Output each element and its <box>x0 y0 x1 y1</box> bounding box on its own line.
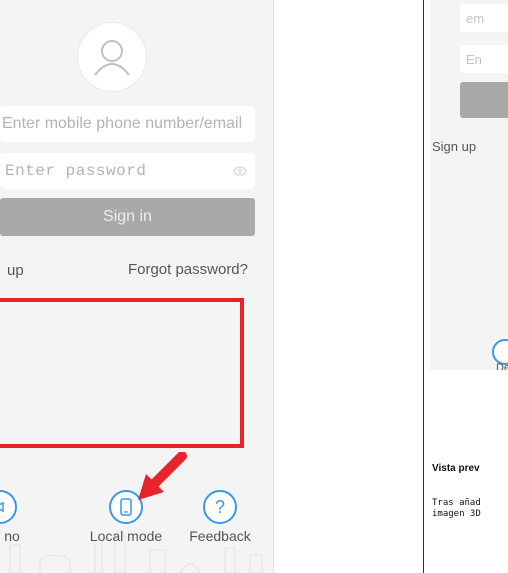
eye-icon[interactable] <box>233 166 247 176</box>
right-email-input[interactable]: em <box>460 4 508 32</box>
user-icon <box>94 40 130 76</box>
avatar[interactable] <box>77 22 147 92</box>
phone-screen-right: em En Sign up De <box>430 0 508 370</box>
right-sign-up-link[interactable]: Sign up <box>432 139 476 154</box>
phone-email-placeholder: Enter mobile phone number/email <box>2 115 243 132</box>
frame-border <box>423 0 424 573</box>
right-password-input[interactable]: En <box>460 45 508 73</box>
right-email-placeholder: em <box>466 11 485 26</box>
red-arrow-icon <box>138 452 187 500</box>
feedback-label: Feedback <box>189 528 251 544</box>
right-password-placeholder: En <box>466 52 482 67</box>
phone-screen-left: Enter mobile phone number/email Enter pa… <box>0 0 274 573</box>
forgot-password-link[interactable]: Forgot password? <box>128 261 248 278</box>
local-mode-label: Local mode <box>89 528 163 544</box>
preview-text: Tras añad imagen 3D <box>432 498 481 520</box>
preview-heading: Vista prev <box>432 463 480 474</box>
help-icon: ? <box>203 490 237 524</box>
phone-email-input[interactable]: Enter mobile phone number/email <box>0 106 255 142</box>
password-input[interactable]: Enter password <box>0 153 255 189</box>
speaker-icon <box>0 490 17 524</box>
highlight-box <box>0 298 244 448</box>
help-glyph: ? <box>214 497 225 517</box>
right-sign-in-button[interactable] <box>460 82 508 118</box>
demo-mode-label: no <box>4 528 20 544</box>
demo-mode-button[interactable]: no <box>0 490 20 544</box>
right-bottom-label: De <box>496 362 508 370</box>
sign-in-button[interactable]: Sign in <box>0 198 255 236</box>
sign-up-link[interactable]: up <box>7 262 24 279</box>
preview-text-line-1: Tras añad <box>432 498 481 508</box>
feedback-button[interactable]: ? Feedback <box>180 490 260 544</box>
preview-text-line-2: imagen 3D <box>432 509 481 519</box>
password-placeholder: Enter password <box>5 162 147 180</box>
